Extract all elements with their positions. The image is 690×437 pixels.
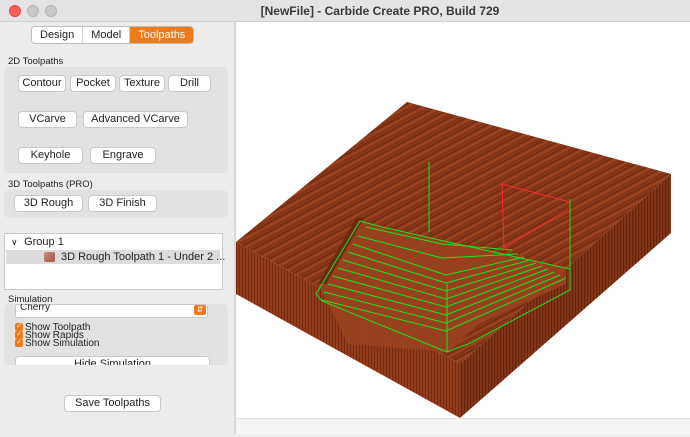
save-toolpaths-button[interactable]: Save Toolpaths <box>64 395 161 412</box>
toolpath-tree[interactable]: ∨ Group 1 3D Rough Toolpath 1 - Under 2 … <box>4 233 225 290</box>
pocket-button[interactable]: Pocket <box>70 75 116 92</box>
left-panel: Design Model Toolpaths 2D Toolpaths Cont… <box>0 22 234 434</box>
material-select[interactable]: Cherry ⇵ <box>15 304 208 318</box>
toolpaths-3d-group: 3D Rough 3D Finish <box>4 190 228 218</box>
contour-button[interactable]: Contour <box>18 75 66 92</box>
keyhole-button[interactable]: Keyhole <box>18 147 83 164</box>
minimize-window-button[interactable] <box>27 5 39 17</box>
hide-simulation-button[interactable]: Hide Simulation <box>15 356 210 365</box>
tree-item-row[interactable]: 3D Rough Toolpath 1 - Under 2 ... <box>6 250 225 264</box>
tree-item-label: 3D Rough Toolpath 1 - Under 2 ... <box>61 251 226 263</box>
drill-button[interactable]: Drill <box>168 75 211 92</box>
tree-group-row[interactable]: ∨ Group 1 <box>11 236 64 248</box>
3d-rough-button[interactable]: 3D Rough <box>14 195 83 212</box>
checkmark-icon: ✓ <box>15 339 23 347</box>
horizontal-scrollbar[interactable] <box>236 418 690 435</box>
tab-model[interactable]: Model <box>83 27 131 43</box>
window-title: [NewFile] - Carbide Create PRO, Build 72… <box>260 4 500 18</box>
simulation-group: Cherry ⇵ ✓ Show Toolpath ✓ Show Rapids ✓ Sh… <box>4 304 228 365</box>
mode-tabs: Design Model Toolpaths <box>31 26 195 44</box>
checkmark-icon: ✓ <box>15 331 23 339</box>
material-select-value: Cherry <box>20 304 51 313</box>
chevron-down-icon[interactable]: ∨ <box>11 237 21 248</box>
tree-group-label: Group 1 <box>24 236 64 248</box>
texture-button[interactable]: Texture <box>119 75 165 92</box>
show-simulation-label: Show Simulation <box>25 338 100 349</box>
simulation-render <box>236 102 671 418</box>
vcarve-button[interactable]: VCarve <box>18 111 77 128</box>
close-window-button[interactable] <box>9 5 21 17</box>
toolpaths-2d-group: Contour Pocket Texture Drill VCarve Adva… <box>4 67 228 173</box>
toolpaths-3d-heading: 3D Toolpaths (PRO) <box>8 179 93 190</box>
advanced-vcarve-button[interactable]: Advanced VCarve <box>83 111 188 128</box>
checkmark-icon: ✓ <box>15 323 23 331</box>
zoom-window-button[interactable] <box>45 5 57 17</box>
engrave-button[interactable]: Engrave <box>90 147 156 164</box>
show-simulation-checkbox[interactable]: ✓ Show Simulation <box>15 338 100 349</box>
3d-viewport[interactable] <box>236 22 690 434</box>
3d-finish-button[interactable]: 3D Finish <box>88 195 157 212</box>
tab-toolpaths[interactable]: Toolpaths <box>130 27 194 43</box>
select-arrow-icon: ⇵ <box>194 305 206 315</box>
tab-design[interactable]: Design <box>32 27 84 43</box>
title-bar: [NewFile] - Carbide Create PRO, Build 72… <box>0 0 690 22</box>
toolpaths-2d-heading: 2D Toolpaths <box>8 56 64 67</box>
toolpath-icon <box>44 252 55 262</box>
